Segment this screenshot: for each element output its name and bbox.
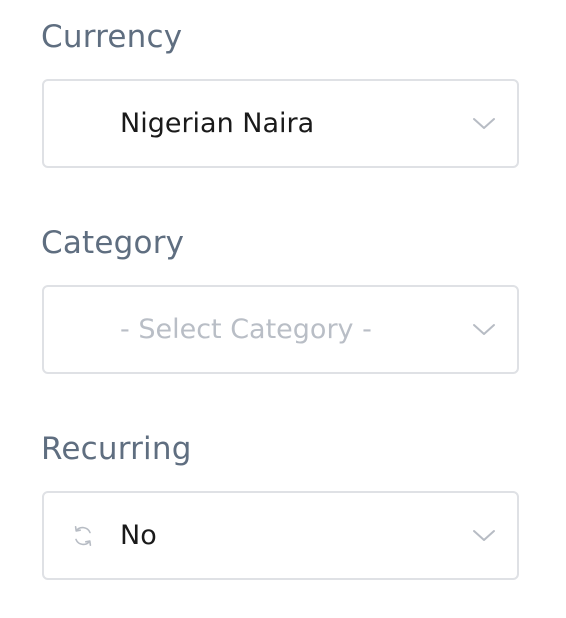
chevron-down-icon bbox=[473, 530, 495, 541]
category-label: Category bbox=[41, 225, 185, 261]
category-select[interactable]: - Select Category - bbox=[42, 285, 519, 374]
currency-selected-value: Nigerian Naira bbox=[120, 108, 315, 139]
currency-select[interactable]: Nigerian Naira bbox=[42, 79, 519, 168]
chevron-down-icon bbox=[473, 324, 495, 335]
recurring-label: Recurring bbox=[41, 431, 192, 467]
recurring-selected-value: No bbox=[120, 520, 157, 551]
recurring-select[interactable]: No bbox=[42, 491, 519, 580]
chevron-down-icon bbox=[473, 118, 495, 129]
category-placeholder: - Select Category - bbox=[120, 314, 372, 345]
repeat-icon bbox=[74, 525, 92, 547]
currency-label: Currency bbox=[41, 19, 183, 55]
